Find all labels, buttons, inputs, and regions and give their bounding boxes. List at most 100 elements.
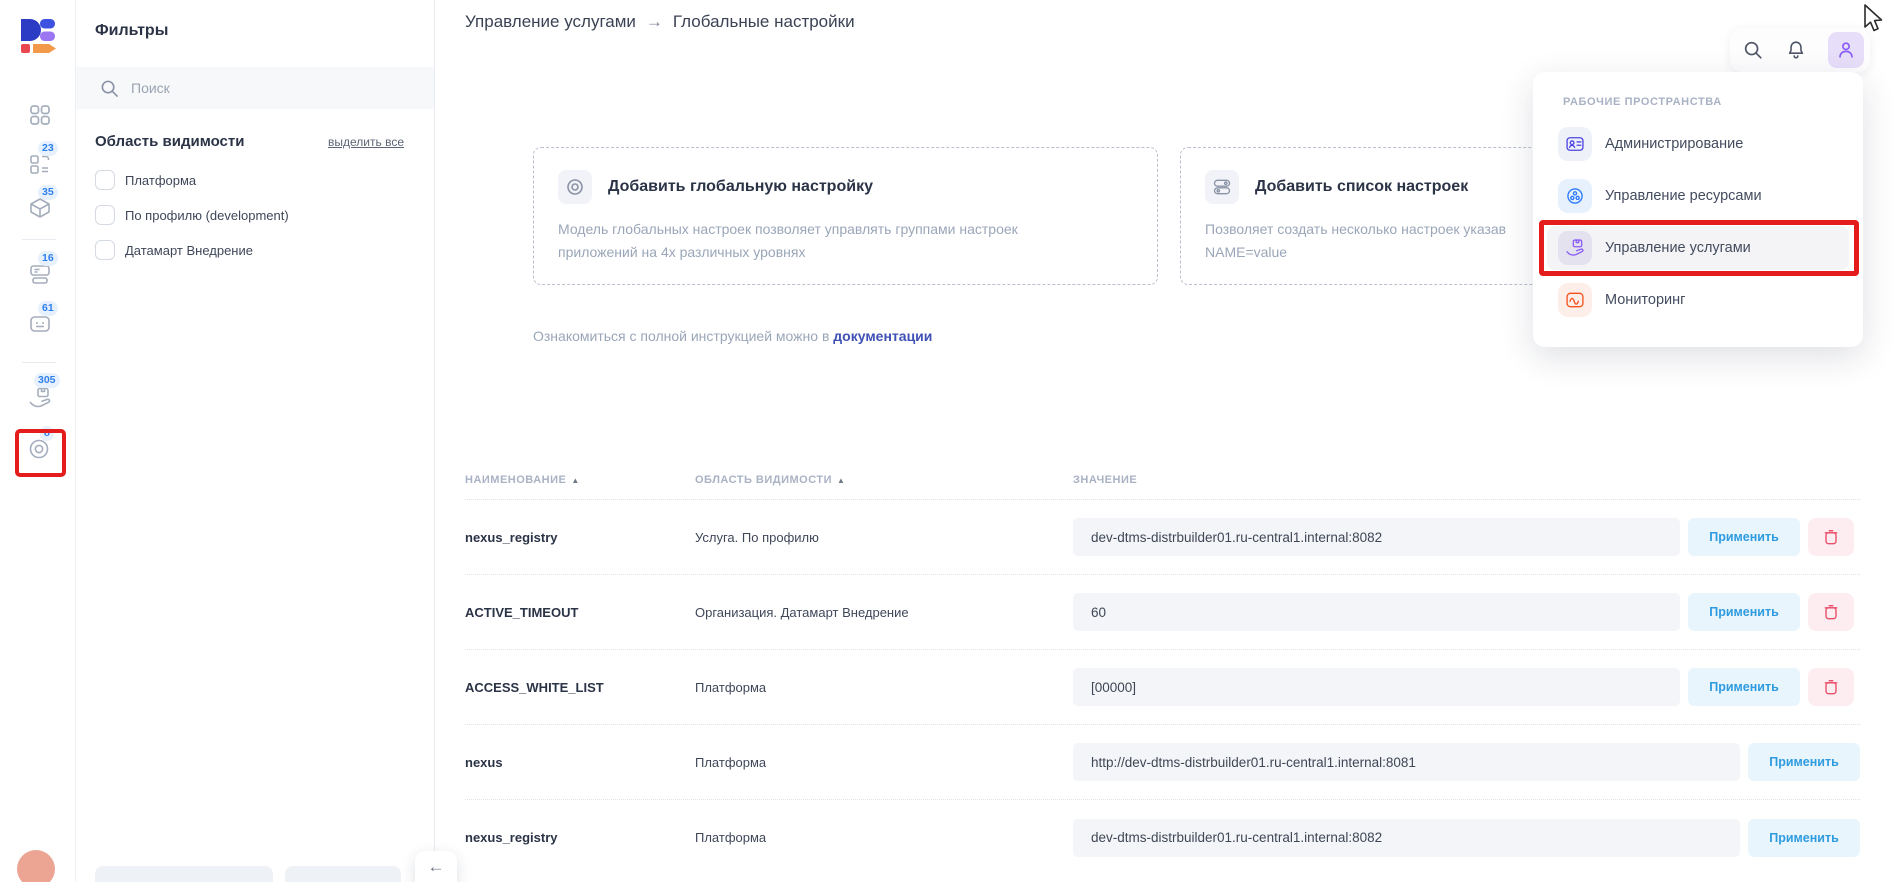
list-toggle-icon xyxy=(1205,170,1239,204)
docs-hint: Ознакомиться с полной инструкцией можно … xyxy=(533,328,933,344)
filter-option-profile[interactable]: По профилю (development) xyxy=(95,205,289,225)
setting-value-input[interactable] xyxy=(1073,668,1680,706)
setting-scope: Организация. Датамарт Внедрение xyxy=(695,604,909,620)
card-title: Добавить список настроек xyxy=(1255,178,1469,195)
person-icon xyxy=(1839,42,1853,58)
card-icon xyxy=(30,316,50,332)
table-header: НАИМЕНОВАНИЕ ▲ ОБЛАСТЬ ВИДИМОСТИ ▲ ЗНАЧЕНИ… xyxy=(465,460,1860,500)
app-logo[interactable] xyxy=(17,14,59,56)
collection-icon xyxy=(30,155,50,174)
panel-footer-button[interactable] xyxy=(285,866,401,882)
menu-item-label: Мониторинг xyxy=(1605,292,1686,308)
setting-name: nexus_registry xyxy=(465,830,558,845)
setting-scope: Услуга. По профилю xyxy=(695,529,819,545)
top-toolbar xyxy=(1730,28,1870,72)
sidebar-divider xyxy=(22,239,56,240)
filter-option-platform[interactable]: Платформа xyxy=(95,170,196,190)
grid-icon xyxy=(30,105,50,125)
setting-name: nexus_registry xyxy=(465,529,558,545)
sidebar-item-packages[interactable] xyxy=(28,196,52,220)
setting-value-input[interactable] xyxy=(1073,593,1680,631)
panel-footer-button[interactable] xyxy=(95,866,273,882)
apply-button[interactable]: Применить xyxy=(1688,668,1800,706)
scope-section-title: Область видимости xyxy=(95,133,245,150)
hand-box-icon xyxy=(1558,231,1592,265)
target-icon xyxy=(558,170,592,204)
badge-count: 16 xyxy=(38,251,58,266)
setting-name: nexus xyxy=(465,754,503,770)
documentation-link[interactable]: документации xyxy=(833,328,932,344)
resources-icon xyxy=(1558,179,1592,213)
apply-button[interactable]: Применить xyxy=(1748,743,1860,781)
setting-scope: Платформа xyxy=(695,830,767,845)
sidebar-item-servers[interactable] xyxy=(28,262,52,286)
card-title: Добавить глобальную настройку xyxy=(608,178,873,195)
delete-button[interactable] xyxy=(1808,593,1854,631)
setting-name: ACCESS_WHITE_LIST xyxy=(465,679,604,695)
server-icon xyxy=(30,265,50,284)
menu-item-services[interactable]: Управление услугами xyxy=(1539,220,1859,276)
menu-item-label: Управление услугами xyxy=(1605,240,1751,256)
setting-value-input[interactable] xyxy=(1073,818,1740,857)
select-all-link[interactable]: выделить все xyxy=(328,135,404,149)
filter-search[interactable] xyxy=(76,67,434,109)
search-input[interactable] xyxy=(131,80,418,96)
card-description: Модель глобальных настроек позволяет упр… xyxy=(558,221,1018,260)
checkbox[interactable] xyxy=(95,170,115,190)
checkbox[interactable] xyxy=(95,240,115,260)
menu-item-administration[interactable]: Администрирование xyxy=(1547,122,1849,166)
notifications-bell-icon[interactable] xyxy=(1785,39,1807,61)
badge-count: 35 xyxy=(38,185,58,200)
menu-item-monitoring[interactable]: Мониторинг xyxy=(1547,278,1849,322)
menu-item-resources[interactable]: Управление ресурсами xyxy=(1547,174,1849,218)
column-header-scope[interactable]: ОБЛАСТЬ ВИДИМОСТИ ▲ xyxy=(695,474,1073,486)
apply-button[interactable]: Применить xyxy=(1748,818,1860,857)
delete-button[interactable] xyxy=(1808,518,1854,556)
filters-panel: Фильтры Область видимости выделить все П… xyxy=(76,0,435,882)
setting-value-input[interactable] xyxy=(1073,518,1680,556)
trash-icon xyxy=(1824,680,1838,695)
collapse-panel-button[interactable]: ← xyxy=(415,851,457,882)
sidebar-divider xyxy=(22,362,56,363)
setting-name: ACTIVE_TIMEOUT xyxy=(465,604,579,620)
sidebar-item-dashboard[interactable] xyxy=(28,103,52,127)
setting-value-input[interactable] xyxy=(1073,743,1740,781)
badge-count: 61 xyxy=(38,301,58,316)
column-header-name[interactable]: НАИМЕНОВАНИЕ ▲ xyxy=(465,474,695,486)
checkbox[interactable] xyxy=(95,205,115,225)
workspaces-dropdown: РАБОЧИЕ ПРОСТРАНСТВА Администрирование У… xyxy=(1533,72,1863,347)
table-row: ACCESS_WHITE_LIST Платформа Применить xyxy=(465,650,1860,725)
sort-asc-icon[interactable]: ▲ xyxy=(837,476,845,485)
user-avatar[interactable] xyxy=(17,850,55,882)
cube-icon xyxy=(30,198,50,218)
dropdown-section-title: РАБОЧИЕ ПРОСТРАНСТВА xyxy=(1563,96,1722,108)
user-menu-button[interactable] xyxy=(1828,32,1864,68)
sidebar-item-cards[interactable] xyxy=(28,312,52,336)
app-window: 23 35 16 61 305 8 Фильтры Поиск Область … xyxy=(0,0,1895,882)
filter-option-datamart[interactable]: Датамарт Внедрение xyxy=(95,240,253,260)
settings-table: НАИМЕНОВАНИЕ ▲ ОБЛАСТЬ ВИДИМОСТИ ▲ ЗНАЧЕНИ… xyxy=(465,460,1860,875)
annotation-highlight-settings xyxy=(15,429,66,477)
checkbox-label: По профилю (development) xyxy=(125,207,289,223)
breadcrumb-parent[interactable]: Управление услугами xyxy=(465,12,636,32)
add-global-setting-card[interactable]: Добавить глобальную настройку Модель гло… xyxy=(533,147,1158,285)
menu-item-label: Управление ресурсами xyxy=(1605,188,1762,204)
sort-asc-icon[interactable]: ▲ xyxy=(571,476,579,485)
checkbox-label: Платформа xyxy=(125,172,197,188)
apply-button[interactable]: Применить xyxy=(1688,518,1800,556)
sidebar-item-services[interactable] xyxy=(28,386,52,410)
table-row: nexus Платформа Применить xyxy=(465,725,1860,800)
arrow-left-icon: ← xyxy=(427,857,445,876)
search-icon[interactable] xyxy=(1742,39,1764,61)
setting-scope: Платформа xyxy=(695,679,767,695)
checkbox-label: Датамарт Внедрение xyxy=(125,242,253,258)
apply-button[interactable]: Применить xyxy=(1688,593,1800,631)
table-row: ACTIVE_TIMEOUT Организация. Датамарт Вне… xyxy=(465,575,1860,650)
search-icon xyxy=(101,80,118,97)
delete-button[interactable] xyxy=(1808,668,1854,706)
sidebar-item-collections[interactable] xyxy=(28,152,52,176)
column-header-value: ЗНАЧЕНИЕ xyxy=(1073,473,1138,486)
table-row: nexus_registry Услуга. По профилю Примен… xyxy=(465,500,1860,575)
badge-count: 305 xyxy=(34,373,60,388)
icon-sidebar: 23 35 16 61 305 8 xyxy=(0,0,76,882)
